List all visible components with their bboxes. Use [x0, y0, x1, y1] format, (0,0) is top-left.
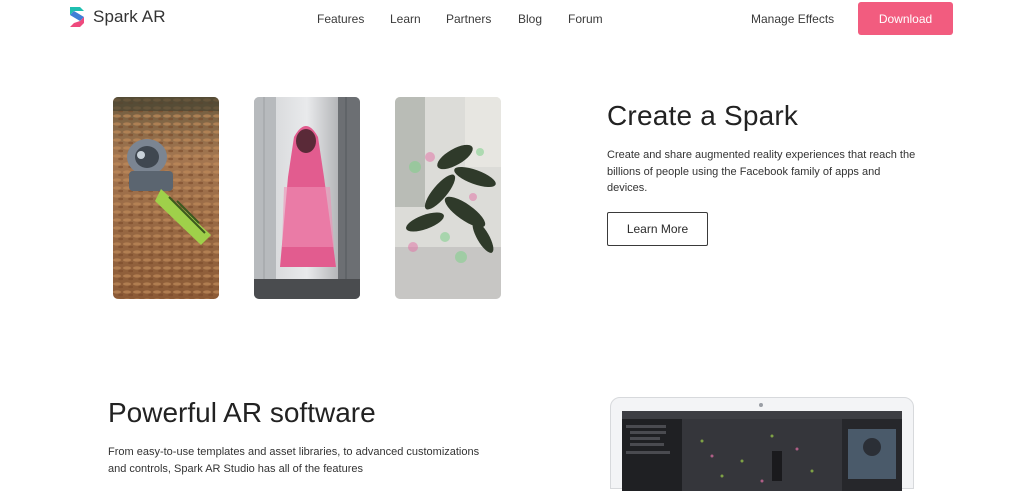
section-description: From easy-to-use templates and asset lib… [108, 446, 480, 475]
logo-text: Spark AR [93, 7, 166, 26]
spark-ar-logo[interactable]: Spark AR [68, 6, 166, 28]
nav-blog[interactable]: Blog [518, 12, 542, 26]
learn-more-button[interactable]: Learn More [607, 212, 708, 246]
studio-screenshot [622, 411, 902, 491]
ar-photo-pink-figure [254, 97, 360, 299]
top-nav: Spark AR Features Learn Partners Blog Fo… [0, 0, 1024, 38]
hero-title: Create a Spark [607, 100, 799, 131]
camera-dot-icon [759, 403, 763, 407]
nav-features[interactable]: Features [317, 12, 364, 26]
ar-photo-leaves-robot [113, 97, 219, 299]
section-title: Powerful AR software [108, 397, 376, 428]
spark-logo-icon [68, 6, 86, 28]
manage-effects-link[interactable]: Manage Effects [751, 12, 834, 26]
hero-description: Create and share augmented reality exper… [607, 149, 916, 194]
download-button[interactable]: Download [858, 2, 953, 35]
nav-learn[interactable]: Learn [390, 12, 421, 26]
ar-photo-plants [395, 97, 501, 299]
laptop-illustration [610, 397, 914, 491]
nav-forum[interactable]: Forum [568, 12, 603, 26]
nav-partners[interactable]: Partners [446, 12, 491, 26]
